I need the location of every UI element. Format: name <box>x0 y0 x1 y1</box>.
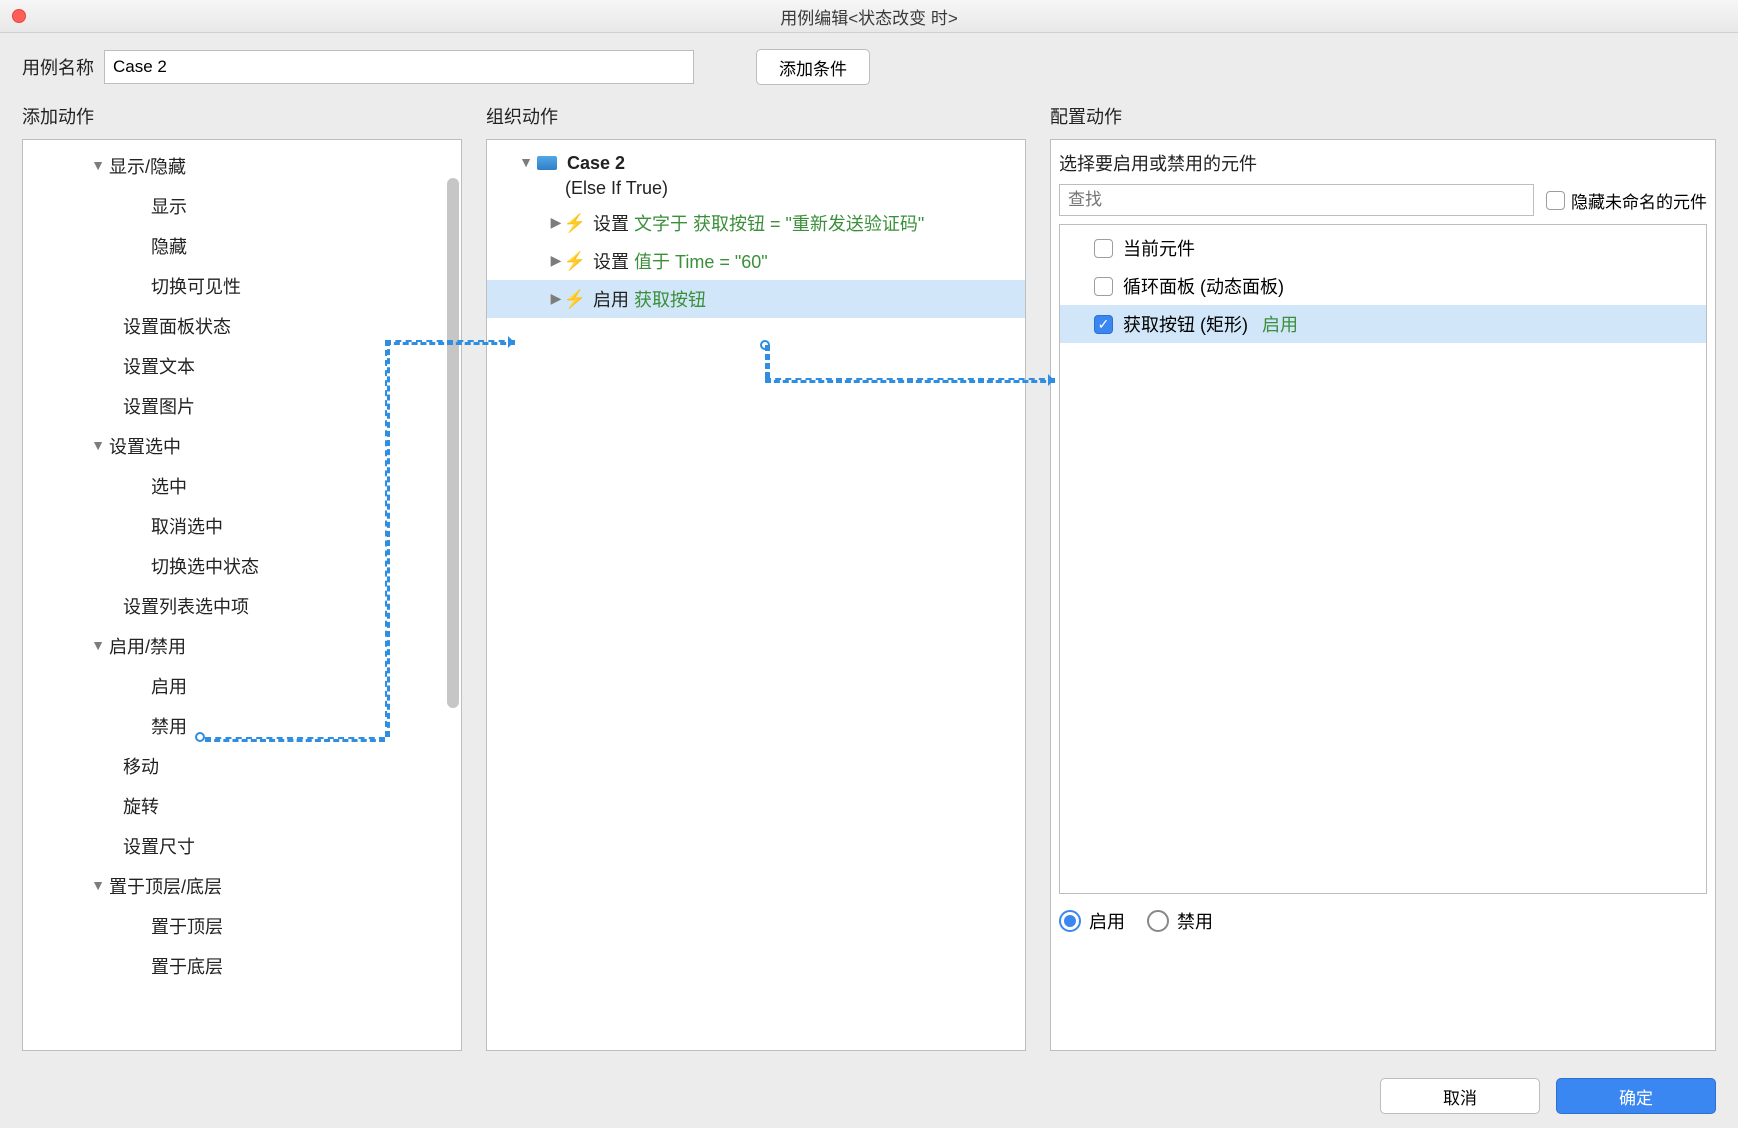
chevron-down-icon: ▼ <box>87 437 109 453</box>
enable-label: 启用 <box>1089 908 1125 934</box>
checkbox-icon: ✓ <box>1094 315 1113 334</box>
chevron-down-icon: ▼ <box>87 157 109 173</box>
chevron-right-icon: ▶ <box>545 252 567 269</box>
dialog-footer: 取消 确定 <box>1380 1078 1716 1114</box>
disable-label: 禁用 <box>1177 908 1213 934</box>
action-item[interactable]: 启用 <box>23 666 461 706</box>
hide-unnamed-label: 隐藏未命名的元件 <box>1571 188 1707 213</box>
component-item[interactable]: ✓获取按钮 (矩形) 启用 <box>1060 305 1706 343</box>
case-name-row: 用例名称 添加条件 <box>0 33 1738 91</box>
action-item[interactable]: 显示 <box>23 186 461 226</box>
case-header[interactable]: ▼Case 2 <box>487 148 1025 178</box>
hide-unnamed-checkbox[interactable]: 隐藏未命名的元件 <box>1546 188 1707 213</box>
config-action-title: 配置动作 <box>1050 103 1716 129</box>
config-panel: 选择要启用或禁用的元件 隐藏未命名的元件 当前元件循环面板 (动态面板)✓获取按… <box>1050 139 1716 1051</box>
actions-tree-panel[interactable]: ▼显示/隐藏显示隐藏切换可见性设置面板状态设置文本设置图片▼设置选中选中取消选中… <box>22 139 462 1051</box>
organize-action-title: 组织动作 <box>486 103 1026 129</box>
chevron-down-icon: ▼ <box>87 877 109 893</box>
case-condition: (Else If True) <box>487 178 1025 204</box>
checkbox-icon <box>1094 277 1113 296</box>
titlebar: 用例编辑<状态改变 时> <box>0 0 1738 33</box>
action-step[interactable]: ▶⚡设置 值于 Time = "60" <box>487 242 1025 280</box>
action-item[interactable]: 切换可见性 <box>23 266 461 306</box>
component-list[interactable]: 当前元件循环面板 (动态面板)✓获取按钮 (矩形) 启用 <box>1059 224 1707 894</box>
lightning-icon: ⚡ <box>567 289 583 309</box>
action-item[interactable]: 旋转 <box>23 786 461 826</box>
action-item[interactable]: 设置图片 <box>23 386 461 426</box>
case-name-input[interactable] <box>104 50 694 84</box>
action-group[interactable]: ▼置于顶层/底层 <box>23 866 461 906</box>
action-item[interactable]: 设置尺寸 <box>23 826 461 866</box>
chevron-down-icon: ▼ <box>515 154 537 170</box>
config-prompt: 选择要启用或禁用的元件 <box>1051 146 1715 184</box>
component-item[interactable]: 循环面板 (动态面板) <box>1060 267 1706 305</box>
action-step[interactable]: ▶⚡启用 获取按钮 <box>487 280 1025 318</box>
radio-enable[interactable] <box>1059 910 1081 932</box>
action-item[interactable]: 设置文本 <box>23 346 461 386</box>
scrollbar-thumb[interactable] <box>447 178 459 708</box>
lightning-icon: ⚡ <box>567 251 583 271</box>
action-group[interactable]: ▼显示/隐藏 <box>23 146 461 186</box>
action-item[interactable]: 移动 <box>23 746 461 786</box>
add-condition-button[interactable]: 添加条件 <box>756 49 870 85</box>
add-action-title: 添加动作 <box>22 103 462 129</box>
action-item[interactable]: 设置列表选中项 <box>23 586 461 626</box>
action-item[interactable]: 置于顶层 <box>23 906 461 946</box>
action-item[interactable]: 切换选中状态 <box>23 546 461 586</box>
case-icon <box>537 156 557 170</box>
organize-panel[interactable]: ▼Case 2(Else If True)▶⚡设置 文字于 获取按钮 = "重新… <box>486 139 1026 1051</box>
cancel-button[interactable]: 取消 <box>1380 1078 1540 1114</box>
lightning-icon: ⚡ <box>567 213 583 233</box>
action-group[interactable]: ▼设置选中 <box>23 426 461 466</box>
ok-button[interactable]: 确定 <box>1556 1078 1716 1114</box>
chevron-right-icon: ▶ <box>545 290 567 307</box>
action-item[interactable]: 选中 <box>23 466 461 506</box>
search-input[interactable] <box>1059 184 1534 216</box>
action-item[interactable]: 置于底层 <box>23 946 461 986</box>
radio-disable[interactable] <box>1147 910 1169 932</box>
action-group[interactable]: ▼启用/禁用 <box>23 626 461 666</box>
case-name-label: 用例名称 <box>22 54 94 80</box>
chevron-down-icon: ▼ <box>87 637 109 653</box>
component-item[interactable]: 当前元件 <box>1060 229 1706 267</box>
action-step[interactable]: ▶⚡设置 文字于 获取按钮 = "重新发送验证码" <box>487 204 1025 242</box>
chevron-right-icon: ▶ <box>545 214 567 231</box>
window-title: 用例编辑<状态改变 时> <box>0 4 1738 29</box>
checkbox-icon <box>1546 191 1565 210</box>
action-item[interactable]: 取消选中 <box>23 506 461 546</box>
checkbox-icon <box>1094 239 1113 258</box>
action-item[interactable]: 隐藏 <box>23 226 461 266</box>
enable-disable-radios: 启用 禁用 <box>1051 894 1715 934</box>
